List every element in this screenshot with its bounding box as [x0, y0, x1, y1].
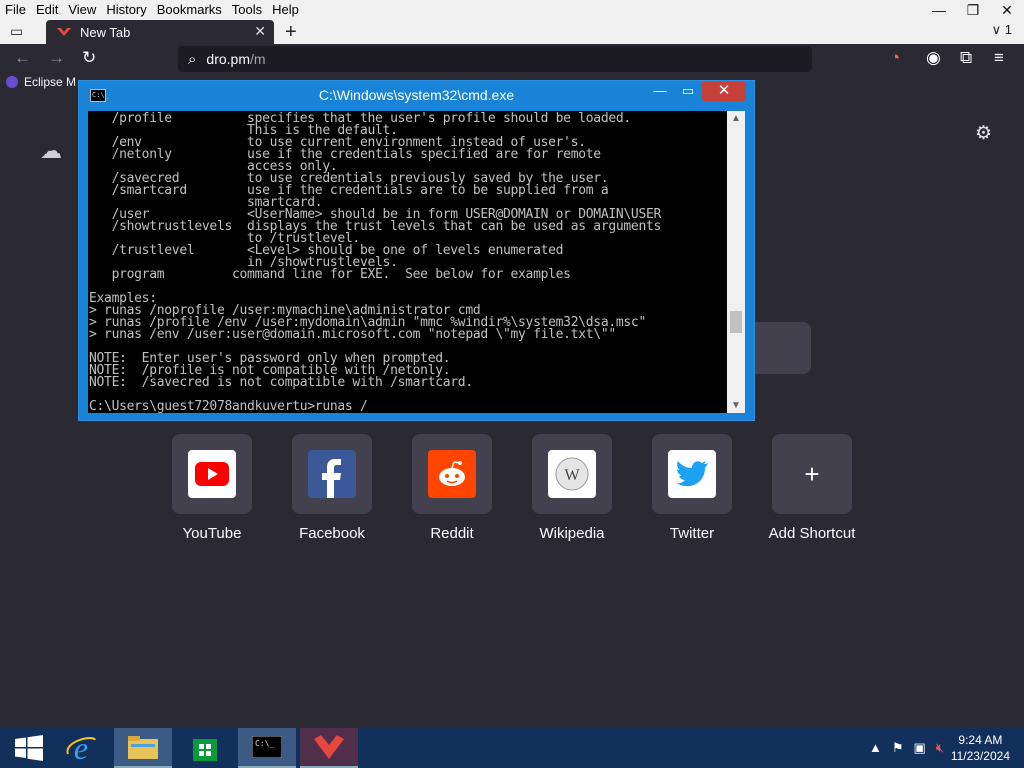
start-windows-icon[interactable]: [0, 728, 58, 768]
menu-tools[interactable]: Tools: [227, 0, 267, 20]
store-icon[interactable]: [176, 728, 234, 768]
search-box-edge[interactable]: [755, 322, 811, 374]
shortcut-tile[interactable]: [292, 434, 372, 514]
shortcuts-grid: YouTube Facebook Reddit W Wikipedia Twit…: [152, 434, 872, 542]
shortcut-tile[interactable]: [652, 434, 732, 514]
plus-icon: +: [804, 458, 820, 489]
shortcut-tile[interactable]: [172, 434, 252, 514]
forward-arrow-icon[interactable]: →: [48, 48, 65, 68]
search-icon: ⌕: [188, 50, 197, 68]
shortcut-add[interactable]: + Add Shortcut: [752, 434, 872, 542]
minimize-icon[interactable]: —: [922, 0, 956, 20]
shortcut-wikipedia[interactable]: W Wikipedia: [512, 434, 632, 542]
restore-icon[interactable]: ❐: [956, 0, 990, 20]
extensions-icon[interactable]: ⧉: [960, 48, 972, 68]
cmd-console[interactable]: /profile specifies that the user's profi…: [88, 111, 727, 413]
url-path: /m: [249, 51, 266, 67]
gear-icon[interactable]: ⚙: [975, 122, 992, 145]
new-tab-plus-icon[interactable]: +: [285, 20, 297, 44]
facebook-icon: [308, 450, 356, 498]
cmd-line: program command line for EXE. See below …: [89, 267, 571, 282]
menu-file[interactable]: File: [0, 0, 31, 20]
tab-favicon-icon: [57, 28, 71, 36]
bookmark-favicon-icon: [6, 76, 18, 88]
wikipedia-icon: W: [548, 450, 596, 498]
twitter-icon: [668, 450, 716, 498]
cmd-taskbar-icon[interactable]: C:\_: [238, 728, 296, 768]
shortcut-label: Wikipedia: [539, 525, 605, 542]
cmd-output: /profile specifies that the user's profi…: [89, 112, 661, 413]
shortcut-label: Add Shortcut: [768, 525, 856, 542]
menu-help[interactable]: Help: [267, 0, 304, 20]
scroll-down-icon[interactable]: ▼: [727, 400, 745, 411]
account-icon[interactable]: ◉: [926, 48, 941, 68]
window-controls: — ❐ ✕: [922, 0, 1024, 20]
tray-chevron-icon[interactable]: ▲: [869, 740, 882, 756]
cmd-close-icon[interactable]: ✕: [702, 82, 746, 101]
shortcut-label: Twitter: [669, 525, 715, 542]
reload-icon[interactable]: ↻: [82, 48, 96, 68]
taskbar: e C:\_ ▲ ⚑ ▣ 🔇︎ 9:24 AM 11/23/2024: [0, 728, 1024, 768]
reddit-icon: [428, 450, 476, 498]
svg-text:e: e: [74, 732, 88, 764]
clock-time: 9:24 AM: [958, 733, 1003, 747]
cmd-line: C:\Users\guest72078andkuvertu>runas /: [89, 399, 368, 413]
tab-title: New Tab: [80, 24, 131, 40]
scroll-thumb[interactable]: [730, 311, 742, 333]
close-icon[interactable]: ✕: [990, 0, 1024, 20]
tab-strip: ▭ New Tab ✕ + ∨ 1: [0, 20, 1024, 44]
shortcut-youtube[interactable]: YouTube: [152, 434, 272, 542]
shortcut-reddit[interactable]: Reddit: [392, 434, 512, 542]
cloud-icon: ☁: [40, 138, 62, 163]
clock[interactable]: 9:24 AM 11/23/2024: [951, 732, 1010, 764]
list-all-tabs-chevron-icon[interactable]: ∨ 1: [992, 22, 1012, 38]
back-arrow-icon[interactable]: ←: [14, 48, 31, 68]
shortcut-twitter[interactable]: Twitter: [632, 434, 752, 542]
tab-new-tab[interactable]: New Tab ✕: [46, 20, 274, 44]
cmd-scrollbar[interactable]: ▲ ▼: [727, 111, 745, 413]
cmd-line: > runas /env /user:user@domain.microsoft…: [89, 327, 616, 342]
file-explorer-icon[interactable]: [114, 728, 172, 768]
cmd-line: [89, 281, 661, 293]
menu-edit[interactable]: Edit: [31, 0, 63, 20]
bookmark-item[interactable]: Eclipse M: [24, 75, 76, 89]
clock-date: 11/23/2024: [950, 749, 1010, 763]
cmd-window[interactable]: C:\_ C:\Windows\system32\cmd.exe — ▭ ✕ /…: [78, 80, 755, 421]
volume-muted-icon[interactable]: 🔇︎: [936, 740, 944, 756]
menu-view[interactable]: View: [63, 0, 101, 20]
flag-icon[interactable]: ⚑: [892, 740, 904, 756]
nav-bar: ← → ↻ ⌕ dro.pm/m ◔ ◉ ⧉ ≡: [0, 44, 1024, 72]
menu-bar: File Edit View History Bookmarks Tools H…: [0, 0, 1024, 20]
shortcut-label: YouTube: [182, 525, 242, 542]
power-icon[interactable]: ◔: [890, 48, 900, 68]
network-icon[interactable]: ▣: [914, 740, 926, 756]
svg-text:W: W: [564, 467, 580, 484]
tab-list-icon[interactable]: ▭: [10, 23, 23, 40]
cmd-maximize-icon[interactable]: ▭: [675, 83, 701, 99]
system-tray: ▲ ⚑ ▣ 🔇︎: [869, 740, 944, 756]
internet-explorer-icon[interactable]: e: [52, 728, 110, 768]
menu-bookmarks[interactable]: Bookmarks: [152, 0, 227, 20]
svg-text:C:\_: C:\_: [255, 739, 274, 748]
cmd-title-bar[interactable]: C:\_ C:\Windows\system32\cmd.exe — ▭ ✕: [79, 81, 754, 110]
shortcut-tile[interactable]: +: [772, 434, 852, 514]
firefox-taskbar-icon[interactable]: [300, 728, 358, 768]
url-host: dro.pm: [206, 51, 250, 67]
menu-hamburger-icon[interactable]: ≡: [994, 48, 1004, 68]
menu-history[interactable]: History: [101, 0, 151, 20]
url-bar[interactable]: ⌕ dro.pm/m: [178, 46, 812, 72]
shortcut-label: Reddit: [430, 525, 474, 542]
shortcut-tile[interactable]: W: [532, 434, 612, 514]
youtube-icon: [188, 450, 236, 498]
cmd-minimize-icon[interactable]: —: [647, 83, 673, 98]
shortcut-label: Facebook: [299, 525, 365, 542]
shortcut-facebook[interactable]: Facebook: [272, 434, 392, 542]
tab-close-icon[interactable]: ✕: [254, 23, 266, 40]
scroll-up-icon[interactable]: ▲: [727, 113, 745, 124]
shortcut-tile[interactable]: [412, 434, 492, 514]
cmd-line: NOTE: /savecred is not compatible with /…: [89, 375, 473, 390]
